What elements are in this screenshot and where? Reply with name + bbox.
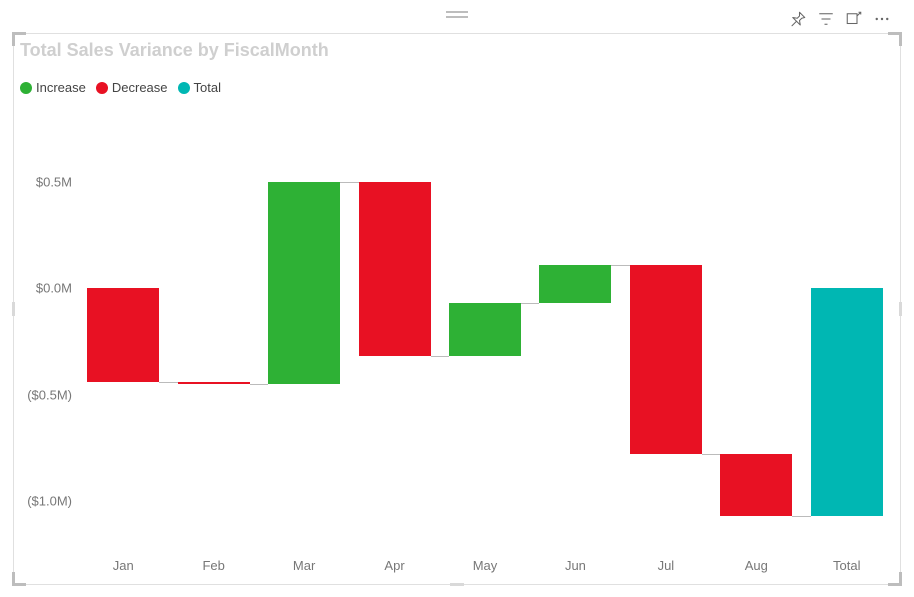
- legend-swatch-decrease: [96, 82, 108, 94]
- x-tick-label: Jan: [113, 558, 134, 573]
- x-tick-label: Total: [833, 558, 860, 573]
- x-tick-label: May: [473, 558, 498, 573]
- resize-handle-bl[interactable]: [12, 572, 26, 586]
- visual-drag-handle[interactable]: [446, 11, 468, 21]
- legend-item-increase[interactable]: Increase: [20, 80, 86, 95]
- x-tick-label: Feb: [202, 558, 224, 573]
- pin-icon[interactable]: [788, 9, 808, 29]
- focus-mode-icon[interactable]: [844, 9, 864, 29]
- connector: [250, 384, 268, 385]
- visual-toolbar: [788, 9, 892, 29]
- bar-mar[interactable]: [268, 182, 340, 384]
- x-axis: Jan Feb Mar Apr May Jun Jul Aug Total: [78, 558, 892, 578]
- plot-area: $0.5M$0.0M($0.5M)($1.0M) JanFebMarAprMay…: [78, 129, 892, 554]
- y-tick-label: ($1.0M): [20, 493, 72, 508]
- connector: [702, 454, 720, 455]
- bar-jul[interactable]: [630, 265, 702, 454]
- y-tick-label: $0.0M: [20, 281, 72, 296]
- connector: [611, 265, 629, 266]
- bar-jan[interactable]: [87, 288, 159, 382]
- x-tick-label: Jul: [658, 558, 675, 573]
- resize-handle-tr[interactable]: [888, 32, 902, 46]
- resize-handle-bottom[interactable]: [450, 583, 464, 586]
- x-tick-label: Apr: [384, 558, 404, 573]
- chart-legend: Increase Decrease Total: [20, 80, 221, 95]
- bar-may[interactable]: [449, 303, 521, 356]
- x-tick-label: Mar: [293, 558, 315, 573]
- bar-jun[interactable]: [539, 265, 611, 303]
- connector: [521, 303, 539, 304]
- legend-swatch-increase: [20, 82, 32, 94]
- resize-handle-left[interactable]: [12, 302, 15, 316]
- bar-apr[interactable]: [359, 182, 431, 356]
- y-tick-label: $0.5M: [20, 175, 72, 190]
- legend-label: Increase: [36, 80, 86, 95]
- chart-title: Total Sales Variance by FiscalMonth: [20, 40, 329, 61]
- more-options-icon[interactable]: [872, 9, 892, 29]
- legend-label: Total: [194, 80, 221, 95]
- legend-item-decrease[interactable]: Decrease: [96, 80, 168, 95]
- x-tick-label: Jun: [565, 558, 586, 573]
- visual-card[interactable]: Total Sales Variance by FiscalMonth Incr…: [13, 33, 901, 585]
- legend-label: Decrease: [112, 80, 168, 95]
- connector: [159, 382, 177, 383]
- connector: [340, 182, 358, 183]
- y-tick-label: ($0.5M): [20, 387, 72, 402]
- bar-aug[interactable]: [720, 454, 792, 516]
- resize-handle-right[interactable]: [899, 302, 902, 316]
- legend-item-total[interactable]: Total: [178, 80, 221, 95]
- filter-icon[interactable]: [816, 9, 836, 29]
- bar-total[interactable]: [811, 288, 883, 515]
- connector: [431, 356, 449, 357]
- x-tick-label: Aug: [745, 558, 768, 573]
- legend-swatch-total: [178, 82, 190, 94]
- bar-feb[interactable]: [178, 382, 250, 384]
- connector: [792, 516, 810, 517]
